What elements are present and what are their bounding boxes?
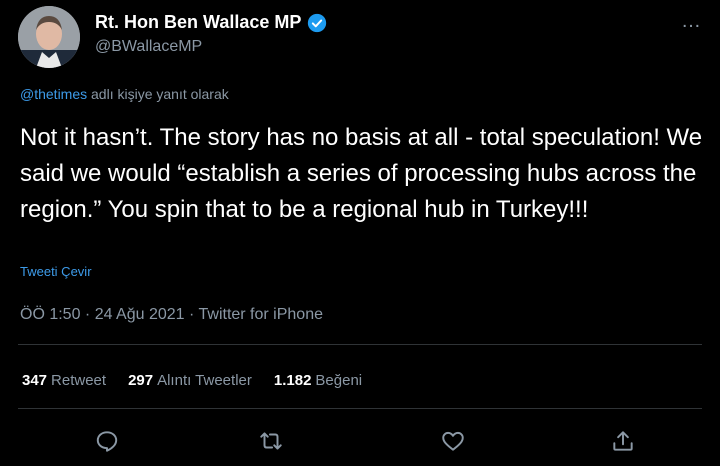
profile-photo [18,6,80,68]
reply-context: @thetimes adlı kişiye yanıt olarak [20,86,229,102]
verified-badge-icon [307,13,327,33]
avatar[interactable] [18,6,80,68]
reply-mention-link[interactable]: @thetimes [20,86,87,102]
like-icon[interactable] [440,428,466,454]
like-count[interactable]: 1.182 Beğeni [274,372,362,389]
quote-tweet-count[interactable]: 297 Alıntı Tweetler [128,372,252,389]
tweet-text: Not it hasn’t. The story has no basis at… [20,124,703,223]
retweet-count-label: Retweet [51,372,107,389]
tweet-card: Rt. Hon Ben Wallace MP @BWallaceMP … @th… [0,0,720,466]
reply-context-text: adlı kişiye yanıt olarak [87,86,229,102]
retweet-count[interactable]: 347 Retweet [22,372,106,389]
retweet-icon[interactable] [258,428,284,454]
more-options-icon[interactable]: … [681,10,702,33]
retweet-count-value: 347 [22,372,48,389]
like-count-value: 1.182 [273,372,312,389]
divider [18,344,702,345]
reply-icon[interactable] [94,428,120,454]
translate-tweet-link[interactable]: Tweeti Çevir [20,264,92,279]
share-icon[interactable] [610,428,636,454]
quote-tweet-count-label: Alıntı Tweetler [157,372,252,389]
tweet-timestamp[interactable]: ÖÖ 1:50 · 24 Ağu 2021 · Twitter for iPho… [20,306,323,324]
name-row: Rt. Hon Ben Wallace MP [95,12,327,33]
display-name[interactable]: Rt. Hon Ben Wallace MP [95,12,301,33]
like-count-label: Beğeni [315,372,363,389]
user-handle[interactable]: @BWallaceMP [95,38,202,56]
quote-tweet-count-value: 297 [128,372,154,389]
engagement-stats: 347 Retweet 297 Alıntı Tweetler 1.182 Beğen… [22,372,362,389]
divider [18,408,702,409]
action-bar [0,428,720,458]
